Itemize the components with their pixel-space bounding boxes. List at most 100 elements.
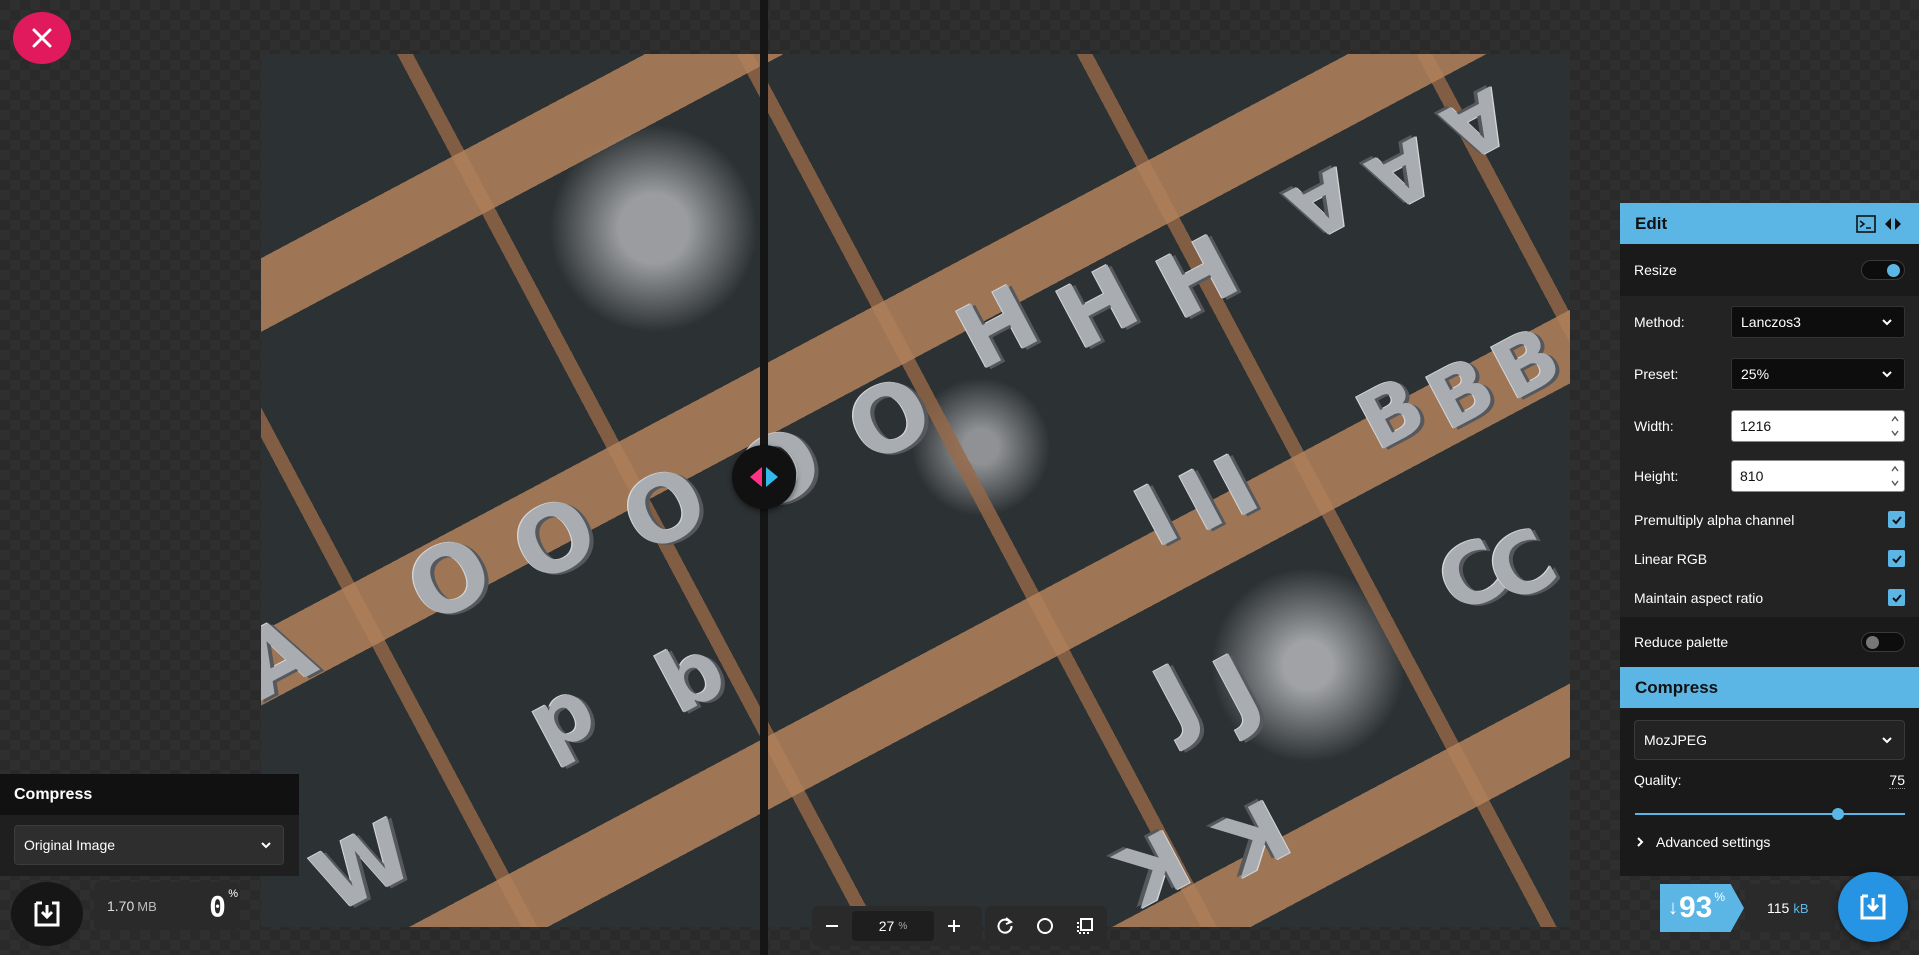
left-codec-select[interactable]: Original Image — [14, 825, 284, 865]
rotate-button[interactable] — [985, 906, 1025, 946]
photo-glyph: A — [1273, 149, 1369, 257]
aspect-label: Maintain aspect ratio — [1634, 589, 1764, 606]
zoom-out-button[interactable] — [812, 906, 852, 946]
fit-icon — [1077, 918, 1093, 934]
savings-badge: ↓ 93 % — [1660, 884, 1744, 932]
image-preview[interactable]: O O O O O H H H B B B A A A I I I W K K … — [261, 54, 1570, 927]
original-size-display: 1.70 MB 0% — [94, 882, 240, 930]
zoom-in-button[interactable] — [934, 906, 974, 946]
plus-icon — [948, 920, 960, 932]
close-icon — [32, 28, 52, 48]
quality-row: Quality: 75 — [1620, 760, 1919, 800]
download-button[interactable] — [1838, 872, 1908, 942]
preset-label: Preset: — [1634, 366, 1679, 382]
method-select[interactable]: Lanczos3 — [1731, 306, 1905, 338]
savings-percent: 93 — [1679, 891, 1713, 924]
method-value: Lanczos3 — [1741, 314, 1801, 330]
height-label: Height: — [1634, 468, 1679, 484]
photo-glyph: A — [1428, 69, 1524, 177]
savings-percent-sign: % — [1714, 890, 1726, 904]
original-percent: 0% — [209, 888, 238, 923]
quality-slider[interactable] — [1635, 808, 1905, 820]
check-icon — [1891, 515, 1902, 524]
chevron-down-icon — [261, 842, 271, 849]
fit-button[interactable] — [1065, 906, 1105, 946]
left-compress-title: Compress — [0, 774, 299, 815]
photo-glyph: O — [605, 443, 725, 576]
reduce-palette-toggle[interactable] — [1861, 632, 1905, 652]
photo-glyph: p — [511, 658, 611, 774]
photo-glyph: H — [1140, 214, 1255, 341]
quality-label: Quality: — [1634, 772, 1682, 788]
left-download-button[interactable] — [11, 882, 83, 946]
preset-select[interactable]: 25% — [1731, 358, 1905, 390]
original-size-value: 1.70 — [107, 898, 135, 914]
height-input[interactable]: 810 — [1731, 460, 1905, 492]
terminal-icon[interactable] — [1856, 214, 1876, 233]
photo-glyph: b — [641, 618, 741, 734]
left-codec-value: Original Image — [24, 837, 116, 853]
method-row: Method: Lanczos3 — [1620, 296, 1919, 348]
close-button[interactable] — [13, 12, 71, 64]
width-value: 1216 — [1740, 418, 1772, 434]
height-row: Height: 810 — [1620, 452, 1919, 500]
photo-glyph: W — [298, 800, 429, 927]
photo-glyph: A — [1353, 119, 1449, 227]
photo-glyph: A — [261, 595, 331, 722]
minus-icon — [826, 925, 838, 927]
quality-value[interactable]: 75 — [1889, 772, 1905, 789]
quality-slider-handle[interactable] — [1831, 808, 1844, 820]
linear-rgb-checkbox[interactable] — [1888, 550, 1905, 567]
premultiply-row: Premultiply alpha channel — [1620, 500, 1919, 539]
aspect-checkbox[interactable] — [1888, 589, 1905, 606]
preset-value: 25% — [1741, 366, 1770, 382]
method-label: Method: — [1634, 314, 1685, 330]
height-value: 810 — [1740, 468, 1764, 484]
edit-title: Edit — [1635, 213, 1668, 233]
original-percent-sign: % — [228, 887, 238, 900]
background-toggle-button[interactable] — [1025, 906, 1065, 946]
zoom-unit: % — [898, 920, 908, 932]
download-icon — [1860, 894, 1886, 920]
photo-glyph: H — [1040, 244, 1155, 371]
zoom-input[interactable]: 27 % — [852, 911, 934, 941]
arrow-left-icon — [750, 467, 762, 487]
width-row: Width: 1216 — [1620, 400, 1919, 452]
rotate-icon — [997, 917, 1013, 934]
result-size-display: 115 kB — [1745, 884, 1835, 932]
swap-sides-icon[interactable] — [1882, 216, 1904, 232]
left-compress-panel: Compress Original Image — [0, 774, 299, 876]
resize-toggle[interactable] — [1861, 260, 1905, 280]
original-size-unit: MB — [137, 898, 157, 914]
stepper-icon[interactable] — [1890, 466, 1900, 486]
resize-row: Resize — [1620, 244, 1919, 296]
split-handle[interactable] — [732, 445, 796, 509]
photo-glyph: K — [1202, 778, 1304, 893]
width-input[interactable]: 1216 — [1731, 410, 1905, 442]
codec-value: MozJPEG — [1644, 732, 1708, 748]
photo-glyph: J — [1138, 644, 1217, 753]
linear-rgb-label: Linear RGB — [1634, 550, 1708, 567]
codec-select[interactable]: MozJPEG — [1634, 720, 1905, 760]
view-controls — [985, 906, 1107, 946]
edit-header: Edit — [1620, 203, 1919, 244]
reduce-palette-row: Reduce palette — [1620, 617, 1919, 667]
width-label: Width: — [1634, 418, 1674, 434]
advanced-settings-label: Advanced settings — [1656, 834, 1771, 850]
result-size-unit: kB — [1793, 900, 1809, 916]
photo-glyph: O — [495, 473, 615, 606]
compress-title: Compress — [1635, 677, 1719, 697]
stepper-icon[interactable] — [1890, 416, 1900, 436]
photo-glyph: H — [940, 264, 1055, 391]
premultiply-checkbox[interactable] — [1888, 511, 1905, 528]
zoom-value: 27 — [878, 918, 895, 934]
check-icon — [1891, 593, 1902, 602]
circle-icon — [1037, 918, 1053, 934]
chevron-down-icon — [1882, 319, 1892, 326]
options-panel: Edit Resize Method: Lanczos3 Preset: 25% — [1620, 203, 1919, 876]
reduce-palette-label: Reduce palette — [1634, 634, 1729, 650]
compress-header: Compress — [1620, 667, 1919, 708]
download-icon — [34, 901, 60, 927]
advanced-settings-row[interactable]: Advanced settings — [1620, 822, 1919, 862]
aspect-row: Maintain aspect ratio — [1620, 578, 1919, 617]
